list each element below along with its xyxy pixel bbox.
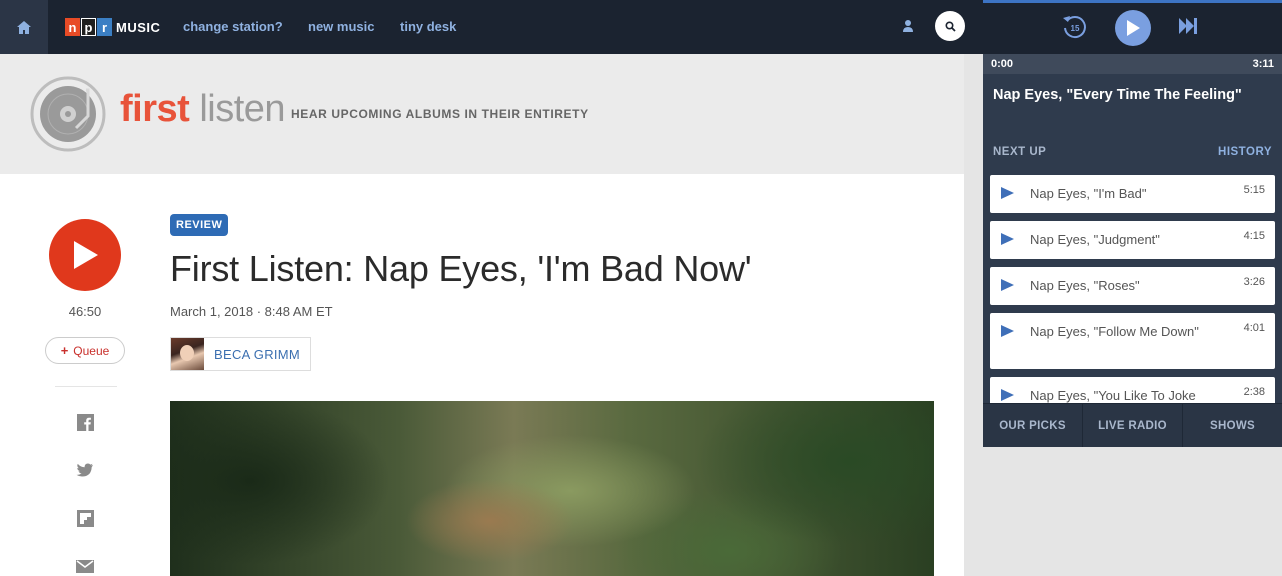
article-dateline: March 1, 2018 · 8:48 AM ET	[170, 304, 333, 319]
article-main: 46:50 + Queue REVIEW First Listen: Nap E…	[0, 174, 964, 576]
logo-letter-p: p	[81, 18, 96, 36]
play-icon[interactable]	[1001, 279, 1014, 291]
rewind-15-icon: 15	[1063, 16, 1086, 39]
audio-player: 15 0:00 3:11 Nap Eyes, "Every Time The F…	[983, 0, 1282, 447]
twitter-icon[interactable]	[76, 461, 94, 479]
search-icon	[944, 20, 956, 32]
queue-item[interactable]: Nap Eyes, "Follow Me Down" 4:01	[990, 313, 1275, 369]
nav-link-new-music[interactable]: new music	[308, 19, 374, 34]
vinyl-record-icon	[30, 76, 106, 152]
play-icon[interactable]	[1001, 187, 1014, 199]
top-nav: n p r MUSIC change station? new music ti…	[0, 0, 983, 54]
article-headline: First Listen: Nap Eyes, 'I'm Bad Now'	[170, 248, 752, 289]
author-avatar	[171, 338, 204, 370]
email-icon[interactable]	[76, 557, 94, 575]
user-icon[interactable]	[902, 19, 914, 38]
now-playing-title: Nap Eyes, "Every Time The Feeling"	[993, 87, 1242, 103]
plus-icon: +	[60, 343, 69, 358]
play-icon	[74, 241, 98, 269]
tab-live-radio[interactable]: LIVE RADIO	[1083, 404, 1183, 447]
progress-bar[interactable]: 0:00 3:11	[983, 54, 1282, 74]
player-controls: 15	[983, 3, 1282, 54]
skip-next-icon	[1179, 18, 1197, 34]
skip-next-button[interactable]	[1178, 17, 1198, 40]
queue-item-time: 5:15	[1243, 184, 1265, 196]
play-icon[interactable]	[1001, 325, 1014, 337]
author-byline[interactable]: BECA GRIMM	[170, 337, 312, 371]
tab-our-picks[interactable]: OUR PICKS	[983, 404, 1083, 447]
queue-item-title: Nap Eyes, "You Like To Joke	[1030, 388, 1196, 403]
logo-music-word: MUSIC	[116, 19, 161, 35]
next-up-label: NEXT UP	[993, 146, 1047, 158]
play-icon[interactable]	[1001, 389, 1014, 401]
first-listen-title: first listen	[120, 88, 286, 131]
queue-item-time: 4:01	[1243, 322, 1265, 334]
listen-word: listen	[199, 88, 286, 130]
album-duration: 46:50	[68, 304, 102, 319]
author-name: BECA GRIMM	[214, 346, 301, 362]
hero-image	[170, 401, 934, 576]
player-play-button[interactable]	[1115, 10, 1151, 46]
queue-item-time: 2:38	[1243, 386, 1265, 398]
home-icon	[17, 20, 31, 34]
queue-list[interactable]: Nap Eyes, "I'm Bad" 5:15 Nap Eyes, "Judg…	[990, 175, 1275, 407]
time-total: 3:11	[1252, 58, 1274, 70]
history-link[interactable]: HISTORY	[1218, 146, 1272, 170]
queue-item[interactable]: Nap Eyes, "I'm Bad" 5:15	[990, 175, 1275, 213]
flipboard-icon[interactable]	[76, 509, 94, 527]
search-button[interactable]	[935, 11, 965, 41]
play-icon[interactable]	[1001, 233, 1014, 245]
first-word: first	[120, 88, 190, 130]
next-up-header: NEXT UP HISTORY	[983, 146, 1282, 170]
queue-item-title: Nap Eyes, "Judgment"	[1030, 232, 1160, 247]
nav-link-tiny-desk[interactable]: tiny desk	[400, 19, 456, 34]
player-tabs: OUR PICKS LIVE RADIO SHOWS	[983, 403, 1282, 447]
nav-link-change-station[interactable]: change station?	[183, 19, 283, 34]
queue-item-title: Nap Eyes, "Follow Me Down"	[1030, 324, 1199, 339]
tab-shows[interactable]: SHOWS	[1183, 404, 1282, 447]
queue-item-title: Nap Eyes, "I'm Bad"	[1030, 186, 1147, 201]
queue-label: Queue	[73, 343, 110, 358]
home-button[interactable]	[0, 0, 48, 54]
rewind-15-button[interactable]: 15	[1061, 13, 1089, 46]
queue-item[interactable]: Nap Eyes, "Judgment" 4:15	[990, 221, 1275, 259]
npr-music-logo[interactable]: n p r MUSIC	[65, 17, 160, 37]
logo-letter-n: n	[65, 18, 80, 36]
queue-item-title: Nap Eyes, "Roses"	[1030, 278, 1140, 293]
first-listen-banner: first listen HEAR UPCOMING ALBUMS IN THE…	[0, 54, 964, 174]
time-current: 0:00	[991, 58, 1014, 70]
banner-tagline: HEAR UPCOMING ALBUMS IN THEIR ENTIRETY	[291, 107, 589, 121]
facebook-icon[interactable]	[76, 413, 94, 431]
queue-item[interactable]: Nap Eyes, "Roses" 3:26	[990, 267, 1275, 305]
play-album-button[interactable]	[49, 219, 121, 291]
svg-text:15: 15	[1071, 24, 1080, 33]
play-icon	[1127, 20, 1140, 36]
divider	[55, 386, 117, 387]
queue-button[interactable]: + Queue	[45, 337, 125, 364]
logo-letter-r: r	[97, 18, 112, 36]
review-badge[interactable]: REVIEW	[170, 214, 229, 236]
queue-item-time: 3:26	[1243, 276, 1265, 288]
queue-item-time: 4:15	[1243, 230, 1265, 242]
